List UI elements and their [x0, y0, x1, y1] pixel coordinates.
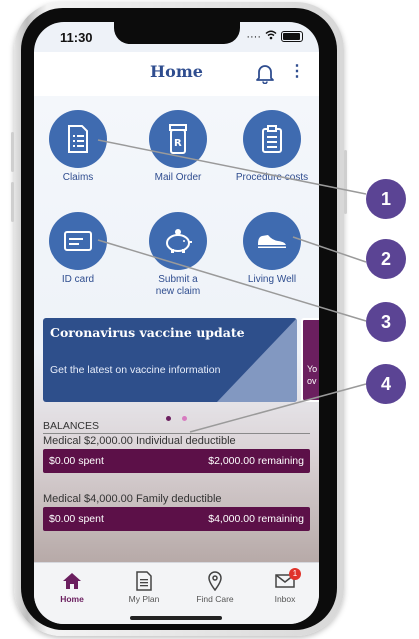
tile-submit-claim[interactable]: Submit a new claim: [133, 212, 223, 297]
callout-4: 4: [366, 364, 406, 404]
balance-caption: Medical $4,000.00 Family deductible: [43, 493, 222, 505]
id-card-icon: [49, 212, 107, 270]
more-vertical-icon[interactable]: ⋮: [289, 64, 305, 80]
document-list-icon: [49, 110, 107, 168]
tile-living-well[interactable]: Living Well: [227, 212, 317, 286]
tile-label: Submit a new claim: [155, 274, 201, 297]
tab-label: My Plan: [128, 594, 160, 604]
balances-heading: BALANCES: [43, 420, 100, 432]
tab-my-plan[interactable]: My Plan: [114, 571, 174, 604]
wifi-icon: [265, 30, 277, 43]
piggy-bank-icon: [149, 212, 207, 270]
balance-bar[interactable]: $0.00 spent $2,000.00 remaining: [43, 449, 310, 473]
tile-procedure-costs[interactable]: Procedure costs: [227, 110, 317, 184]
bell-icon[interactable]: [255, 62, 275, 85]
prescription-bottle-icon: R: [149, 110, 207, 168]
tab-home[interactable]: Home: [42, 571, 102, 604]
tab-label: Inbox: [274, 594, 296, 604]
banner-decoration: [217, 318, 297, 402]
status-time: 11:30: [60, 30, 93, 45]
balance-remaining: $2,000.00 remaining: [208, 455, 304, 467]
tile-label: ID card: [61, 274, 95, 285]
banner-subtext: Get the latest on vaccine information: [50, 364, 221, 376]
balance-spent: $0.00 spent: [49, 513, 104, 525]
mail-icon: 1: [255, 568, 315, 591]
cellular-icon: ····: [246, 30, 261, 43]
tile-label: Procedure costs: [235, 172, 309, 183]
bottom-tab-bar: Home My Plan Find Care 1 Inbox: [34, 562, 319, 624]
balance-caption: Medical $2,000.00 Individual deductible: [43, 435, 236, 447]
phone-notch: [114, 22, 240, 44]
banner-headline: Coronavirus vaccine update: [50, 325, 245, 340]
app-header: Home ⋮: [34, 52, 319, 97]
balance-remaining: $4,000.00 remaining: [208, 513, 304, 525]
tile-label: Mail Order: [154, 172, 202, 183]
tile-mail-order[interactable]: R Mail Order: [133, 110, 223, 184]
phone-volume-button: [11, 132, 14, 172]
phone-volume-button: [11, 182, 14, 222]
app-screen: 11:30 ···· Home ⋮ Claims R Mail Order Pr…: [34, 22, 319, 624]
tile-label: Claims: [62, 172, 94, 183]
tile-label: Living Well: [247, 274, 297, 285]
phone-side-button: [344, 150, 347, 214]
carousel-dot-active[interactable]: [166, 416, 172, 421]
svg-text:R: R: [174, 138, 182, 149]
balance-bar[interactable]: $0.00 spent $4,000.00 remaining: [43, 507, 310, 531]
page-title: Home: [150, 62, 203, 81]
tile-claims[interactable]: Claims: [34, 110, 123, 184]
vaccine-update-banner[interactable]: Coronavirus vaccine update Get the lates…: [43, 318, 297, 402]
carousel-dot[interactable]: [181, 416, 187, 421]
tile-id-card[interactable]: ID card: [34, 212, 123, 286]
clipboard-icon: [243, 110, 301, 168]
callout-2: 2: [366, 239, 406, 279]
callout-1: 1: [366, 179, 406, 219]
inbox-badge: 1: [289, 568, 301, 580]
home-indicator: [130, 616, 222, 620]
next-banner-peek[interactable]: Yo ov: [301, 318, 319, 402]
home-content: Claims R Mail Order Procedure costs ID c…: [34, 96, 319, 562]
tab-label: Find Care: [196, 594, 234, 604]
tab-find-care[interactable]: Find Care: [185, 571, 245, 604]
home-icon: [42, 571, 102, 591]
battery-icon: [281, 31, 303, 42]
tab-label: Home: [60, 594, 84, 604]
balance-spent: $0.00 spent: [49, 455, 104, 467]
sneaker-icon: [243, 212, 301, 270]
location-pin-icon: [185, 571, 245, 591]
callout-3: 3: [366, 302, 406, 342]
tab-inbox[interactable]: 1 Inbox: [255, 568, 315, 604]
document-icon: [114, 571, 174, 591]
divider: [43, 433, 310, 434]
next-banner-text: Yo ov: [307, 364, 318, 386]
